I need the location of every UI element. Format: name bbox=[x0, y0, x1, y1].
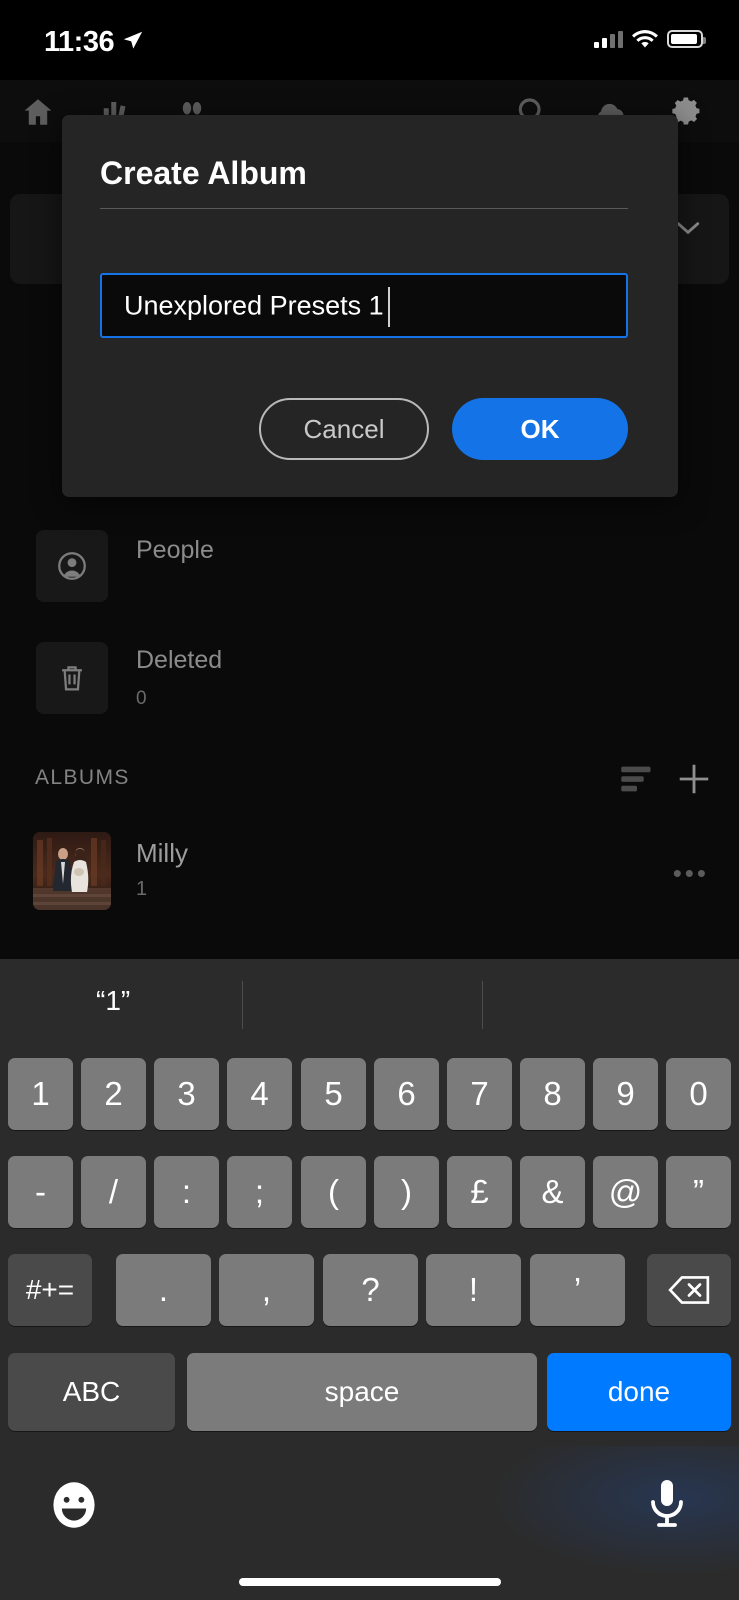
emoji-smiley-icon[interactable] bbox=[48, 1479, 100, 1531]
key-;[interactable]: ; bbox=[227, 1156, 292, 1228]
key-comma[interactable]: , bbox=[219, 1254, 314, 1326]
key-3[interactable]: 3 bbox=[154, 1058, 219, 1130]
key-6[interactable]: 6 bbox=[374, 1058, 439, 1130]
keyboard-bottom-bar bbox=[0, 1446, 739, 1600]
album-list-item[interactable]: Milly 1 ••• bbox=[0, 832, 739, 942]
mic-glow bbox=[489, 1446, 739, 1576]
text-caret bbox=[388, 287, 390, 327]
status-bar: 11:36 bbox=[0, 0, 739, 80]
keyboard-row-bottom: ABC space done bbox=[0, 1353, 739, 1431]
cellular-signal-icon bbox=[594, 30, 623, 48]
trash-icon bbox=[36, 642, 108, 714]
key-)[interactable]: ) bbox=[374, 1156, 439, 1228]
status-time: 11:36 bbox=[44, 26, 115, 58]
abc-key[interactable]: ABC bbox=[8, 1353, 175, 1431]
dialog-divider bbox=[100, 208, 628, 209]
deleted-label: Deleted bbox=[136, 646, 223, 674]
cancel-button[interactable]: Cancel bbox=[259, 398, 429, 460]
keyboard-row-numbers: 1234567890 bbox=[0, 1058, 739, 1130]
key-4[interactable]: 4 bbox=[227, 1058, 292, 1130]
predictive-divider bbox=[242, 981, 243, 1029]
album-name: Milly bbox=[136, 838, 188, 868]
key-apostrophe[interactable]: ’ bbox=[530, 1254, 625, 1326]
symbols-key[interactable]: #+= bbox=[8, 1254, 92, 1326]
wifi-icon bbox=[632, 29, 658, 47]
key-7[interactable]: 7 bbox=[447, 1058, 512, 1130]
key-@[interactable]: @ bbox=[593, 1156, 658, 1228]
dialog-title: Create Album bbox=[100, 155, 307, 191]
space-key[interactable]: space bbox=[187, 1353, 537, 1431]
deleted-tile bbox=[36, 642, 108, 714]
app-screen: 1 1: 3 6 People Deleted 0 ALBUMS Milly 1 ••… bbox=[0, 0, 739, 1600]
album-name-value: Unexplored Presets 1 bbox=[124, 290, 384, 320]
sort-icon[interactable] bbox=[619, 764, 655, 794]
key-slash[interactable]: / bbox=[81, 1156, 146, 1228]
key-exclamation[interactable]: ! bbox=[426, 1254, 521, 1326]
key-9[interactable]: 9 bbox=[593, 1058, 658, 1130]
key-0[interactable]: 0 bbox=[666, 1058, 731, 1130]
predictive-suggestion[interactable]: “1” bbox=[96, 985, 130, 1017]
battery-icon bbox=[667, 30, 706, 48]
more-options-icon[interactable]: ••• bbox=[673, 860, 709, 886]
key-:[interactable]: : bbox=[154, 1156, 219, 1228]
key-pound[interactable]: £ bbox=[447, 1156, 512, 1228]
microphone-icon[interactable] bbox=[643, 1476, 691, 1532]
keyboard-row-punctuation: #+=.,?!’ bbox=[0, 1254, 739, 1326]
keyboard-row-symbols: - /:;() £ & @” bbox=[0, 1156, 739, 1228]
key-&[interactable]: & bbox=[520, 1156, 585, 1228]
on-screen-keyboard: “1” 1234567890 - /:;() £ & @” #+=.,?!’ ABC sp… bbox=[0, 959, 739, 1600]
chevron-down-icon[interactable] bbox=[675, 220, 701, 236]
key-5[interactable]: 5 bbox=[301, 1058, 366, 1130]
person-icon bbox=[36, 530, 108, 602]
album-count: 1 bbox=[136, 878, 148, 900]
home-icon[interactable] bbox=[18, 94, 58, 130]
predictive-divider bbox=[482, 981, 483, 1029]
key-([interactable]: ( bbox=[301, 1156, 366, 1228]
album-thumbnail bbox=[33, 832, 111, 910]
key--[interactable]: - bbox=[8, 1156, 73, 1228]
album-name-input[interactable]: Unexplored Presets 1 bbox=[100, 273, 628, 338]
plus-icon[interactable] bbox=[675, 760, 713, 798]
key-8[interactable]: 8 bbox=[520, 1058, 585, 1130]
backspace-icon[interactable] bbox=[647, 1254, 731, 1326]
predictive-text-bar: “1” bbox=[0, 959, 739, 1051]
status-indicators bbox=[594, 26, 706, 52]
albums-section-header: ALBUMS bbox=[0, 756, 739, 804]
location-arrow-icon bbox=[122, 29, 144, 51]
key-1[interactable]: 1 bbox=[8, 1058, 73, 1130]
key-quote[interactable]: ” bbox=[666, 1156, 731, 1228]
people-tile bbox=[36, 530, 108, 602]
key-period[interactable]: . bbox=[116, 1254, 211, 1326]
ok-button[interactable]: OK bbox=[452, 398, 628, 460]
done-key[interactable]: done bbox=[547, 1353, 731, 1431]
home-indicator bbox=[238, 1578, 501, 1586]
create-album-dialog: Create Album Unexplored Presets 1 Cancel… bbox=[62, 115, 678, 497]
key-question[interactable]: ? bbox=[323, 1254, 418, 1326]
key-2[interactable]: 2 bbox=[81, 1058, 146, 1130]
wedding-photo-thumbnail bbox=[33, 832, 111, 910]
deleted-count: 0 bbox=[136, 688, 147, 709]
people-label: People bbox=[136, 536, 214, 564]
albums-title: ALBUMS bbox=[35, 766, 130, 789]
